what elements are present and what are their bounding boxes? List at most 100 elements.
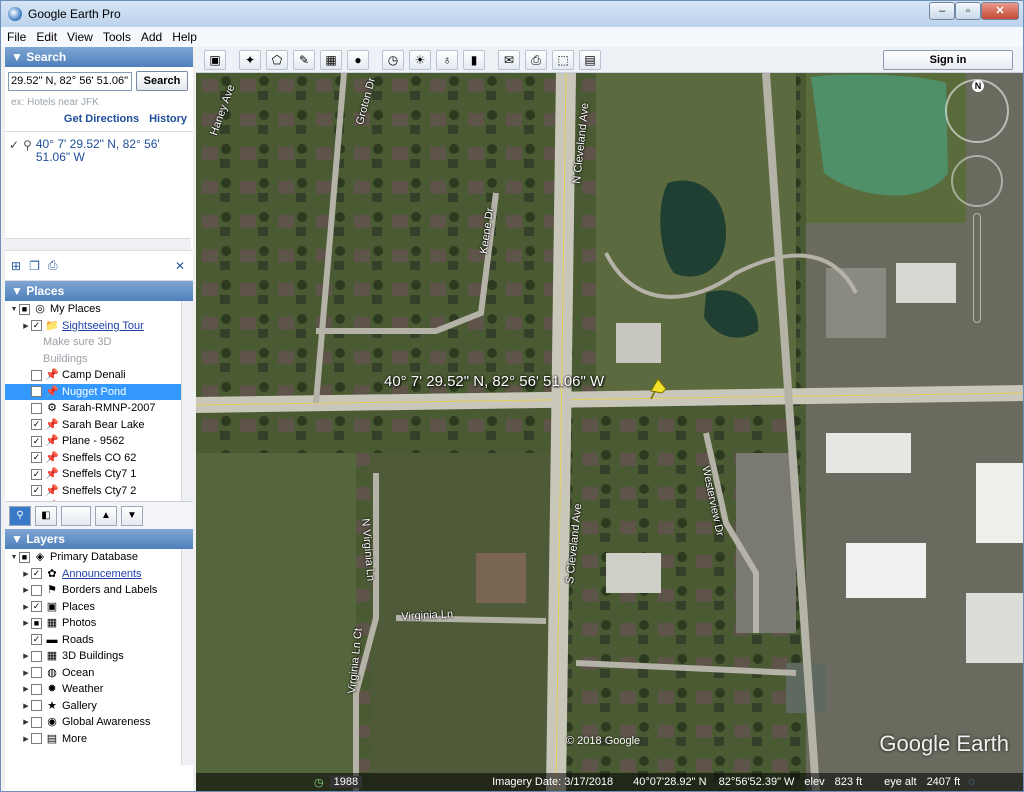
results-scrollbar[interactable]: [5, 238, 191, 250]
minimize-icon[interactable]: –: [929, 2, 955, 20]
places-item[interactable]: Buildings: [5, 351, 193, 368]
north-indicator[interactable]: N: [972, 80, 984, 92]
record-tour-icon[interactable]: ●: [347, 49, 369, 70]
layers-item[interactable]: ▶ ✓ ✿ Announcements: [5, 566, 193, 583]
visibility-checkbox[interactable]: ✓: [31, 452, 42, 464]
add-polygon-icon[interactable]: ⬠: [266, 49, 288, 70]
visibility-checkbox[interactable]: ✓: [31, 485, 42, 497]
places-item[interactable]: ✓ 📌 Sneffels CO 62: [5, 450, 193, 467]
expand-arrow-icon[interactable]: ▼: [9, 306, 19, 313]
visibility-checkbox[interactable]: ✓: [31, 435, 42, 447]
places-item[interactable]: ✓ 📌 Sneffels Cty7 1: [5, 466, 193, 483]
map-view[interactable]: Haney Ave Groton Dr Keene Dr N Cleveland Av…: [196, 73, 1023, 791]
expand-arrow-icon[interactable]: ▶: [21, 685, 31, 693]
add-folder-icon[interactable]: ⊞: [11, 259, 21, 273]
close-search-icon[interactable]: ✕: [175, 259, 185, 273]
visibility-checkbox[interactable]: [31, 386, 42, 398]
move-down-icon[interactable]: ▼: [121, 505, 143, 526]
visibility-checkbox[interactable]: [31, 402, 42, 414]
close-icon[interactable]: ✕: [981, 2, 1019, 20]
search-places-icon[interactable]: ⚲: [9, 505, 31, 526]
visibility-checkbox[interactable]: ✓: [31, 419, 42, 431]
visibility-checkbox[interactable]: [31, 584, 42, 596]
places-panel-header[interactable]: ▼ Places: [5, 281, 193, 301]
layers-item[interactable]: ▶ ■ ▦ Photos: [5, 615, 193, 632]
history-link[interactable]: History: [149, 113, 187, 129]
expand-arrow-icon[interactable]: ▶: [21, 322, 31, 330]
view-in-maps-icon[interactable]: ▤: [579, 49, 601, 70]
places-filter-input[interactable]: [61, 505, 91, 526]
places-item[interactable]: Make sure 3D: [5, 334, 193, 351]
visibility-checkbox[interactable]: [31, 667, 42, 679]
expand-arrow-icon[interactable]: ▶: [21, 735, 31, 743]
layers-item[interactable]: ▼ ■ ◈ Primary Database: [5, 549, 193, 566]
visibility-checkbox[interactable]: [31, 716, 42, 728]
move-control[interactable]: [951, 155, 1003, 207]
layers-item[interactable]: ▶ ▦ 3D Buildings: [5, 648, 193, 665]
places-item[interactable]: 📌 Nugget Pond: [5, 383, 193, 400]
layers-item[interactable]: ▶ ⚑ Borders and Labels: [5, 582, 193, 599]
sign-in-button[interactable]: Sign in: [883, 50, 1013, 70]
image-overlay-icon[interactable]: ▦: [320, 49, 342, 70]
layers-item[interactable]: ▶ ▤ More: [5, 731, 193, 748]
menu-view[interactable]: View: [67, 30, 93, 44]
sidebar-toggle-icon[interactable]: ▣: [204, 49, 226, 70]
visibility-checkbox[interactable]: ■: [19, 303, 30, 315]
visibility-checkbox[interactable]: ✓: [31, 468, 42, 480]
maximize-icon[interactable]: ▫: [955, 2, 981, 20]
layers-item[interactable]: ▶ ✓ ▣ Places: [5, 599, 193, 616]
places-item[interactable]: 📌 Camp Denali: [5, 367, 193, 384]
print-icon[interactable]: ⎙: [48, 258, 58, 273]
places-item[interactable]: ✓ 📌 Plane - 9562: [5, 433, 193, 450]
add-path-icon[interactable]: ✎: [293, 49, 315, 70]
search-button[interactable]: Search: [136, 71, 188, 91]
expand-arrow-icon[interactable]: ▶: [21, 570, 31, 578]
historical-year[interactable]: 1988: [329, 776, 363, 788]
visibility-checkbox[interactable]: ■: [31, 617, 42, 629]
places-item[interactable]: ⚙ Sarah-RMNP-2007: [5, 400, 193, 417]
historical-clock-icon[interactable]: ◷: [314, 776, 324, 789]
toggle-panel-icon[interactable]: ◧: [35, 505, 57, 526]
save-image-icon[interactable]: ⬚: [552, 49, 574, 70]
expand-arrow-icon[interactable]: ▶: [21, 586, 31, 594]
menu-edit[interactable]: Edit: [36, 30, 57, 44]
places-item[interactable]: ▶ ✓ 📁 Sightseeing Tour: [5, 318, 193, 335]
visibility-checkbox[interactable]: [31, 369, 42, 381]
layers-item[interactable]: ▶ ◉ Global Awareness: [5, 714, 193, 731]
visibility-checkbox[interactable]: [31, 700, 42, 712]
layers-item[interactable]: ▶ ◍ Ocean: [5, 665, 193, 682]
expand-arrow-icon[interactable]: ▶: [21, 669, 31, 677]
places-item[interactable]: ✓📌Sneffels CTY7 2 - ac: [5, 499, 193, 501]
expand-arrow-icon[interactable]: ▶: [21, 652, 31, 660]
layers-panel-header[interactable]: ▼ Layers: [5, 529, 193, 549]
search-panel-header[interactable]: ▼ Search: [5, 47, 193, 67]
visibility-checkbox[interactable]: ✓: [31, 634, 42, 646]
menu-file[interactable]: File: [7, 30, 26, 44]
search-result-item[interactable]: 40° 7' 29.52" N, 82° 56' 51.06" W: [36, 138, 171, 244]
expand-arrow-icon[interactable]: ▼: [9, 554, 19, 561]
zoom-slider[interactable]: [973, 213, 981, 323]
historical-imagery-icon[interactable]: ◷: [382, 49, 404, 70]
places-scrollbar[interactable]: [181, 301, 193, 501]
get-directions-link[interactable]: Get Directions: [64, 113, 139, 129]
layers-item[interactable]: ▶ ★ Gallery: [5, 698, 193, 715]
visibility-checkbox[interactable]: ✓: [31, 568, 42, 580]
print-icon[interactable]: ⎙: [525, 49, 547, 70]
visibility-checkbox[interactable]: [31, 650, 42, 662]
visibility-checkbox[interactable]: ✓: [31, 601, 42, 613]
sunlight-icon[interactable]: ☀: [409, 49, 431, 70]
places-item[interactable]: ✓ 📌 Sneffels Cty7 2: [5, 483, 193, 500]
move-up-icon[interactable]: ▲: [95, 505, 117, 526]
visibility-checkbox[interactable]: [31, 683, 42, 695]
layers-scrollbar[interactable]: [181, 549, 193, 765]
copy-icon[interactable]: ❐: [29, 259, 40, 273]
places-item[interactable]: ✓ 📌 Sarah Bear Lake: [5, 417, 193, 434]
layers-item[interactable]: ✓ ▬ Roads: [5, 632, 193, 649]
layers-item[interactable]: ▶ ✹ Weather: [5, 681, 193, 698]
expand-arrow-icon[interactable]: ▶: [21, 619, 31, 627]
email-icon[interactable]: ✉: [498, 49, 520, 70]
add-placemark-icon[interactable]: ✦: [239, 49, 261, 70]
visibility-checkbox[interactable]: [31, 733, 42, 745]
navigation-compass[interactable]: N: [945, 79, 1009, 143]
menu-help[interactable]: Help: [172, 30, 197, 44]
